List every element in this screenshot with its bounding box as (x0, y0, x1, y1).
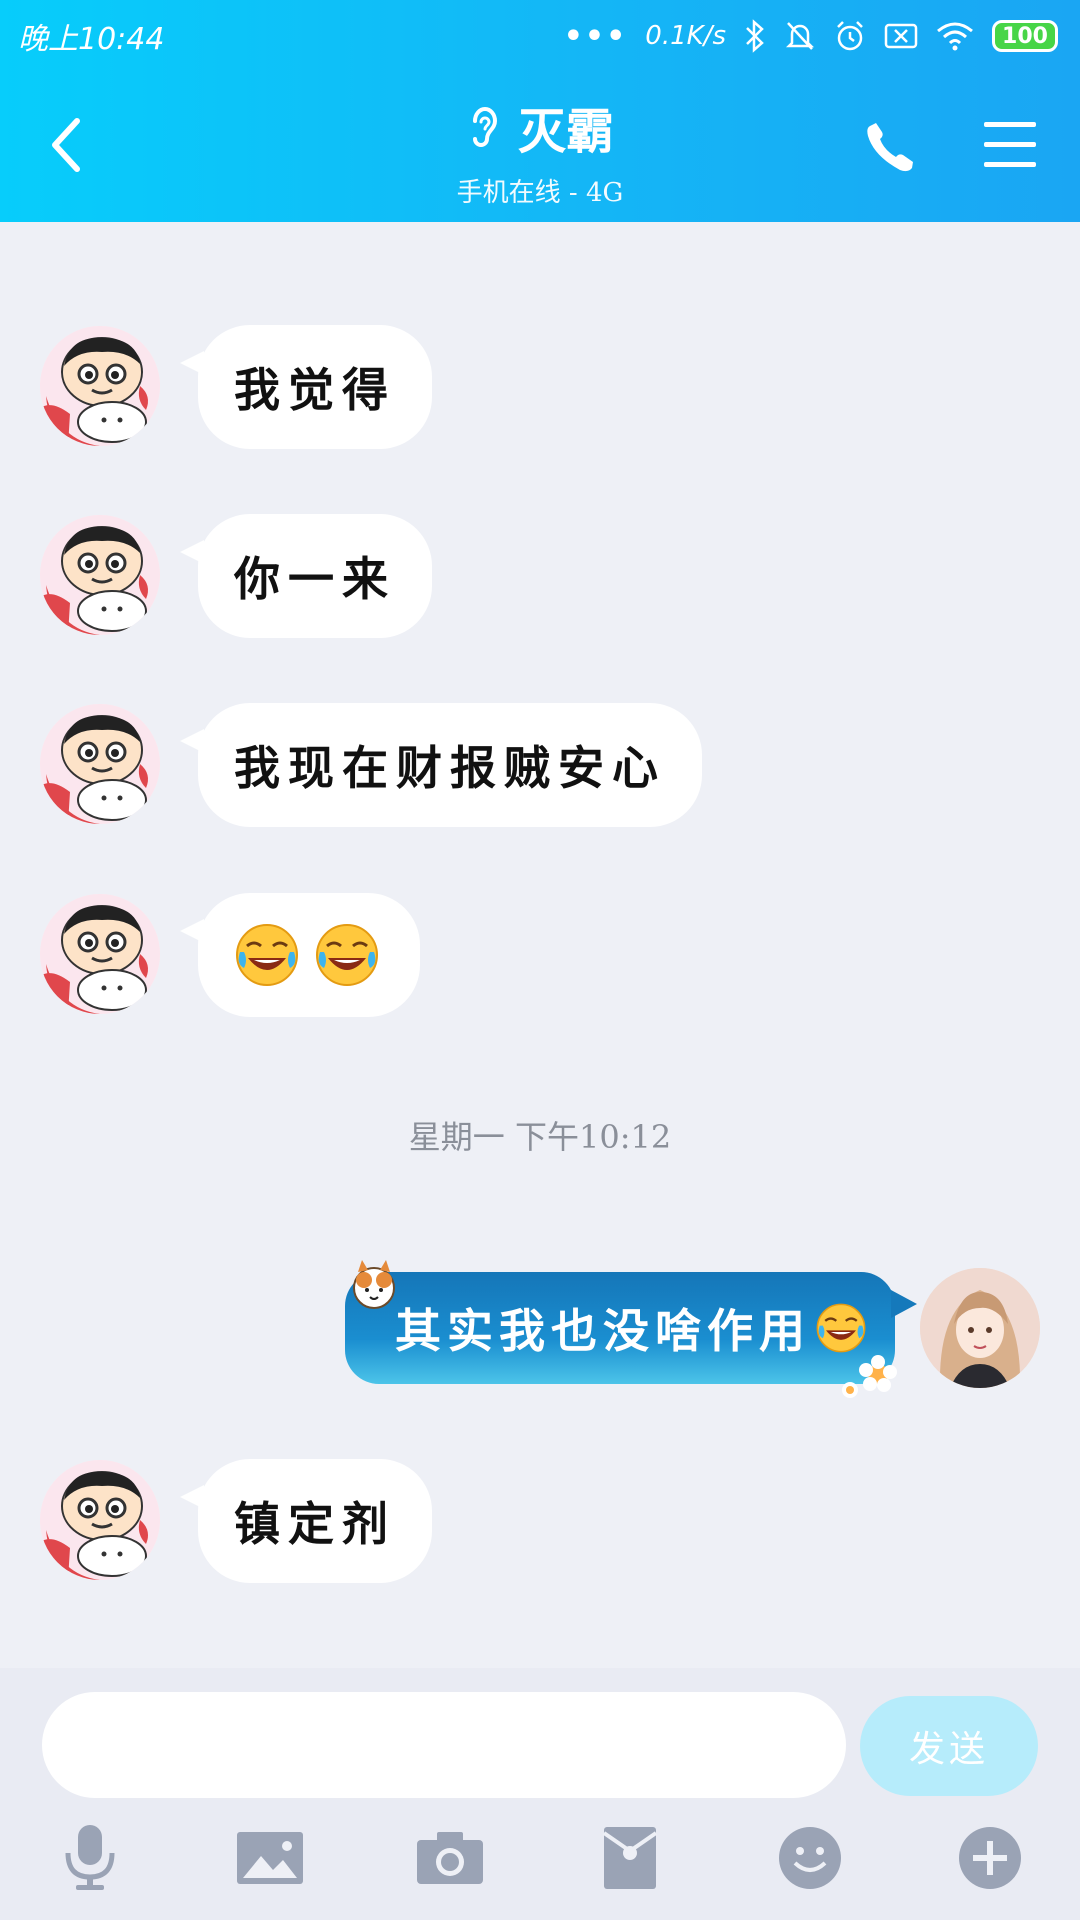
menu-icon (984, 122, 1036, 167)
my-avatar[interactable] (920, 1268, 1040, 1388)
received-emoji-bubble[interactable] (180, 893, 420, 1017)
bluetooth-icon (746, 19, 764, 53)
send-button[interactable]: 发送 (860, 1696, 1038, 1796)
chat-title: 灭霸 (517, 104, 614, 160)
emoji-icon (779, 1827, 841, 1889)
cat-decoration-icon (353, 1260, 395, 1309)
contact-avatar[interactable] (40, 704, 160, 824)
plus-icon (959, 1827, 1021, 1889)
message-row: 我现在财报贼安心 (0, 700, 1080, 830)
network-speed: 0.1K/s (645, 21, 726, 51)
contact-avatar[interactable] (40, 894, 160, 1014)
flower-decoration-icon (842, 1355, 897, 1398)
contact-avatar[interactable] (40, 515, 160, 635)
input-toolbar (0, 1818, 1080, 1918)
sent-text: 其实我也没啥作用 (395, 1304, 811, 1358)
red-packet-icon (602, 1827, 658, 1889)
laugh-tears-icon (815, 1302, 867, 1354)
received-bubble[interactable]: 你一来 (180, 514, 432, 638)
ear-icon (472, 107, 497, 147)
laugh-tears-icon (314, 922, 380, 988)
top-bar: 晚上10:44 ••• 0.1K/s 100 灭霸 手机在线 - 4G (0, 0, 1080, 222)
mute-bell-icon (785, 22, 815, 50)
time-divider: 星期一 下午10:12 (408, 1118, 672, 1156)
image-icon (237, 1832, 303, 1884)
red-packet-button[interactable] (590, 1818, 670, 1898)
contact-avatar[interactable] (40, 1460, 160, 1580)
call-button[interactable] (860, 118, 920, 178)
menu-button[interactable] (980, 118, 1040, 172)
voice-button[interactable] (50, 1818, 130, 1898)
sim-off-icon (884, 23, 918, 49)
microphone-icon (65, 1825, 115, 1890)
phone-icon (867, 123, 913, 172)
received-bubble[interactable]: 我觉得 (180, 325, 432, 449)
image-button[interactable] (230, 1818, 310, 1898)
laugh-tears-icon (234, 922, 300, 988)
alarm-icon (837, 21, 863, 51)
camera-icon (417, 1832, 483, 1884)
emoji-button[interactable] (770, 1818, 850, 1898)
sent-bubble[interactable]: 其实我也没啥作用 (345, 1272, 917, 1384)
contact-avatar[interactable] (40, 326, 160, 446)
battery-indicator: 100 (992, 20, 1058, 52)
camera-button[interactable] (410, 1818, 490, 1898)
message-row (0, 890, 1080, 1020)
wifi-icon (937, 22, 973, 51)
sent-message-row: 其实我也没啥作用 (0, 1260, 1080, 1402)
more-button[interactable] (950, 1818, 1030, 1898)
input-bar: 发送 (0, 1668, 1080, 1920)
battery-level: 100 (1002, 23, 1048, 49)
status-time: 晚上10:44 (18, 22, 165, 57)
received-bubble[interactable]: 镇定剂 (180, 1459, 432, 1583)
message-row: 我觉得 (0, 322, 1080, 452)
message-row: 镇定剂 (0, 1456, 1080, 1586)
message-list[interactable]: 我觉得 你一来 我现在财报贼安心 星期一 下午10:12 其实我也没啥作用 镇定… (0, 222, 1080, 1670)
more-notifications-icon: ••• (563, 18, 628, 54)
received-bubble[interactable]: 我现在财报贼安心 (180, 703, 702, 827)
message-row: 你一来 (0, 511, 1080, 641)
message-input[interactable] (42, 1692, 846, 1798)
status-icons: ••• 0.1K/s 100 (564, 14, 1058, 58)
